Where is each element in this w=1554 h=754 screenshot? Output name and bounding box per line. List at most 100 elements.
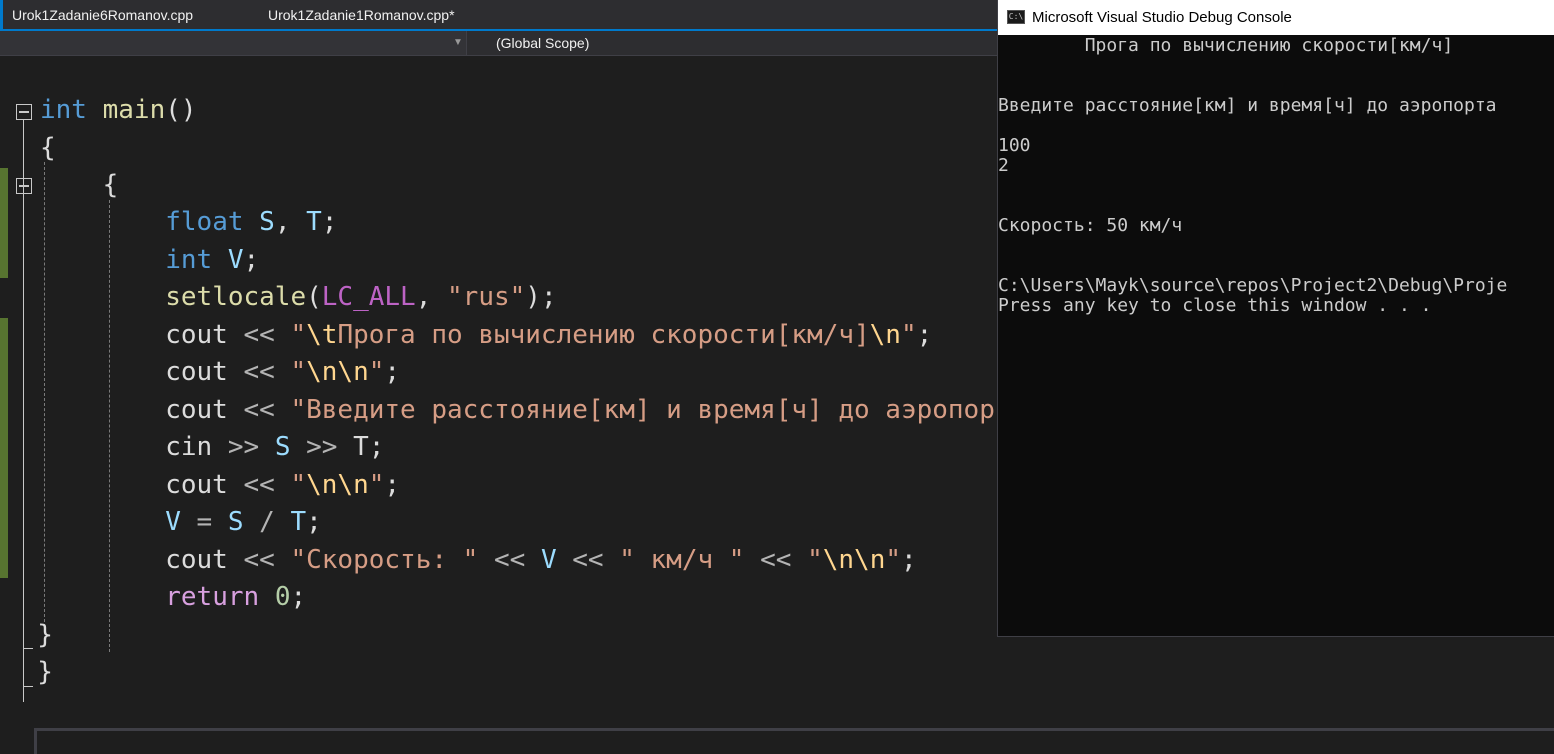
chevron-down-icon[interactable]: ▼ bbox=[452, 31, 464, 55]
collapse-icon[interactable] bbox=[16, 178, 32, 194]
tab-urok1zadanie6[interactable]: Urok1Zadanie6Romanov.cpp bbox=[0, 0, 240, 30]
console-icon: C:\ bbox=[1007, 10, 1025, 24]
tab-urok1zadanie1[interactable]: Urok1Zadanie1Romanov.cpp* bbox=[256, 0, 576, 30]
code-token: return bbox=[165, 582, 260, 612]
code-token: T bbox=[290, 507, 307, 537]
code-line-8: cout << "\n\n"; bbox=[40, 354, 400, 390]
code-token: \t bbox=[306, 320, 338, 350]
code-token: \n\n bbox=[306, 357, 369, 387]
code-token: "Введите расстояние[км] и время[ч] до аэ… bbox=[290, 395, 995, 425]
collapse-icon[interactable] bbox=[16, 104, 32, 120]
code-token: " bbox=[290, 357, 307, 387]
code-token: << bbox=[760, 545, 792, 575]
code-token: ; bbox=[321, 207, 338, 237]
code-token: "rus" bbox=[447, 282, 526, 312]
code-token: << bbox=[243, 320, 275, 350]
code-token: ); bbox=[525, 282, 557, 312]
code-token: ; bbox=[306, 507, 322, 537]
code-token: LC_ALL bbox=[321, 282, 416, 312]
code-token: " bbox=[807, 545, 823, 575]
code-token: >> bbox=[227, 432, 260, 462]
code-token: 0 bbox=[274, 582, 291, 612]
code-token: ( bbox=[306, 282, 322, 312]
debug-console-window[interactable]: C:\ Microsoft Visual Studio Debug Consol… bbox=[997, 0, 1554, 637]
code-token: = bbox=[196, 507, 213, 537]
code-token: cin bbox=[40, 432, 228, 462]
code-token: V bbox=[540, 545, 557, 575]
code-line-14: return 0; bbox=[40, 579, 306, 615]
code-token: "Скорость: " bbox=[290, 545, 479, 575]
code-token: ; bbox=[243, 245, 260, 275]
code-token: " bbox=[290, 320, 307, 350]
code-token: cout bbox=[40, 357, 244, 387]
code-token: " bbox=[885, 545, 902, 575]
code-token: int bbox=[40, 95, 87, 125]
code-token: \n\n bbox=[306, 470, 369, 500]
console-titlebar[interactable]: C:\ Microsoft Visual Studio Debug Consol… bbox=[998, 0, 1554, 35]
code-token: \n bbox=[869, 320, 901, 350]
code-token: " bbox=[290, 470, 307, 500]
code-line-16: } bbox=[6, 654, 53, 690]
code-line-5: int V; bbox=[40, 242, 259, 278]
code-token: cout bbox=[40, 470, 244, 500]
code-token: } bbox=[6, 620, 53, 650]
code-token: " bbox=[900, 320, 917, 350]
code-token: / bbox=[259, 507, 275, 537]
code-token: ; bbox=[384, 470, 401, 500]
code-token: S bbox=[274, 432, 291, 462]
code-token: float bbox=[165, 207, 244, 237]
code-token: main bbox=[102, 95, 166, 125]
code-token: >> bbox=[306, 432, 338, 462]
code-line-12: V = S / T; bbox=[40, 504, 322, 540]
scope-dropdown[interactable]: (Global Scope) bbox=[496, 31, 589, 55]
outline-guide bbox=[23, 120, 24, 702]
code-token: { bbox=[40, 133, 56, 163]
code-line-4: float S, T; bbox=[40, 204, 337, 240]
code-token: , bbox=[274, 207, 307, 237]
bottom-panel bbox=[34, 728, 1554, 754]
code-line-3: { bbox=[40, 167, 119, 203]
code-token: << bbox=[243, 545, 275, 575]
code-token: V bbox=[165, 507, 181, 537]
code-token: int bbox=[165, 245, 213, 275]
code-line-6: setlocale(LC_ALL, "rus"); bbox=[40, 279, 557, 315]
code-token: " bbox=[368, 357, 385, 387]
code-token: ; bbox=[916, 320, 933, 350]
code-line-9: cout << "Введите расстояние[км] и время[… bbox=[40, 392, 995, 428]
code-token: << bbox=[572, 545, 604, 575]
console-line: 100 bbox=[998, 135, 1031, 156]
console-line: Press any key to close this window . . . bbox=[998, 295, 1432, 316]
console-title: Microsoft Visual Studio Debug Console bbox=[1032, 9, 1292, 26]
code-line-2: { bbox=[40, 130, 56, 166]
code-line-13: cout << "Скорость: " << V << " км/ч " <<… bbox=[40, 542, 916, 578]
console-line: Введите расстояние[км] и время[ч] до аэр… bbox=[998, 95, 1497, 116]
tab-label: Urok1Zadanie6Romanov.cpp bbox=[12, 7, 194, 23]
code-token: S bbox=[227, 507, 244, 537]
code-token: T bbox=[306, 207, 322, 237]
project-dropdown[interactable]: ▼ bbox=[0, 31, 467, 55]
code-token: \n\n bbox=[822, 545, 886, 575]
tab-label: Urok1Zadanie1Romanov.cpp* bbox=[268, 7, 455, 23]
code-token: ; bbox=[290, 582, 307, 612]
code-token: () bbox=[165, 95, 197, 125]
code-token: cout bbox=[40, 545, 244, 575]
code-token: << bbox=[243, 395, 275, 425]
